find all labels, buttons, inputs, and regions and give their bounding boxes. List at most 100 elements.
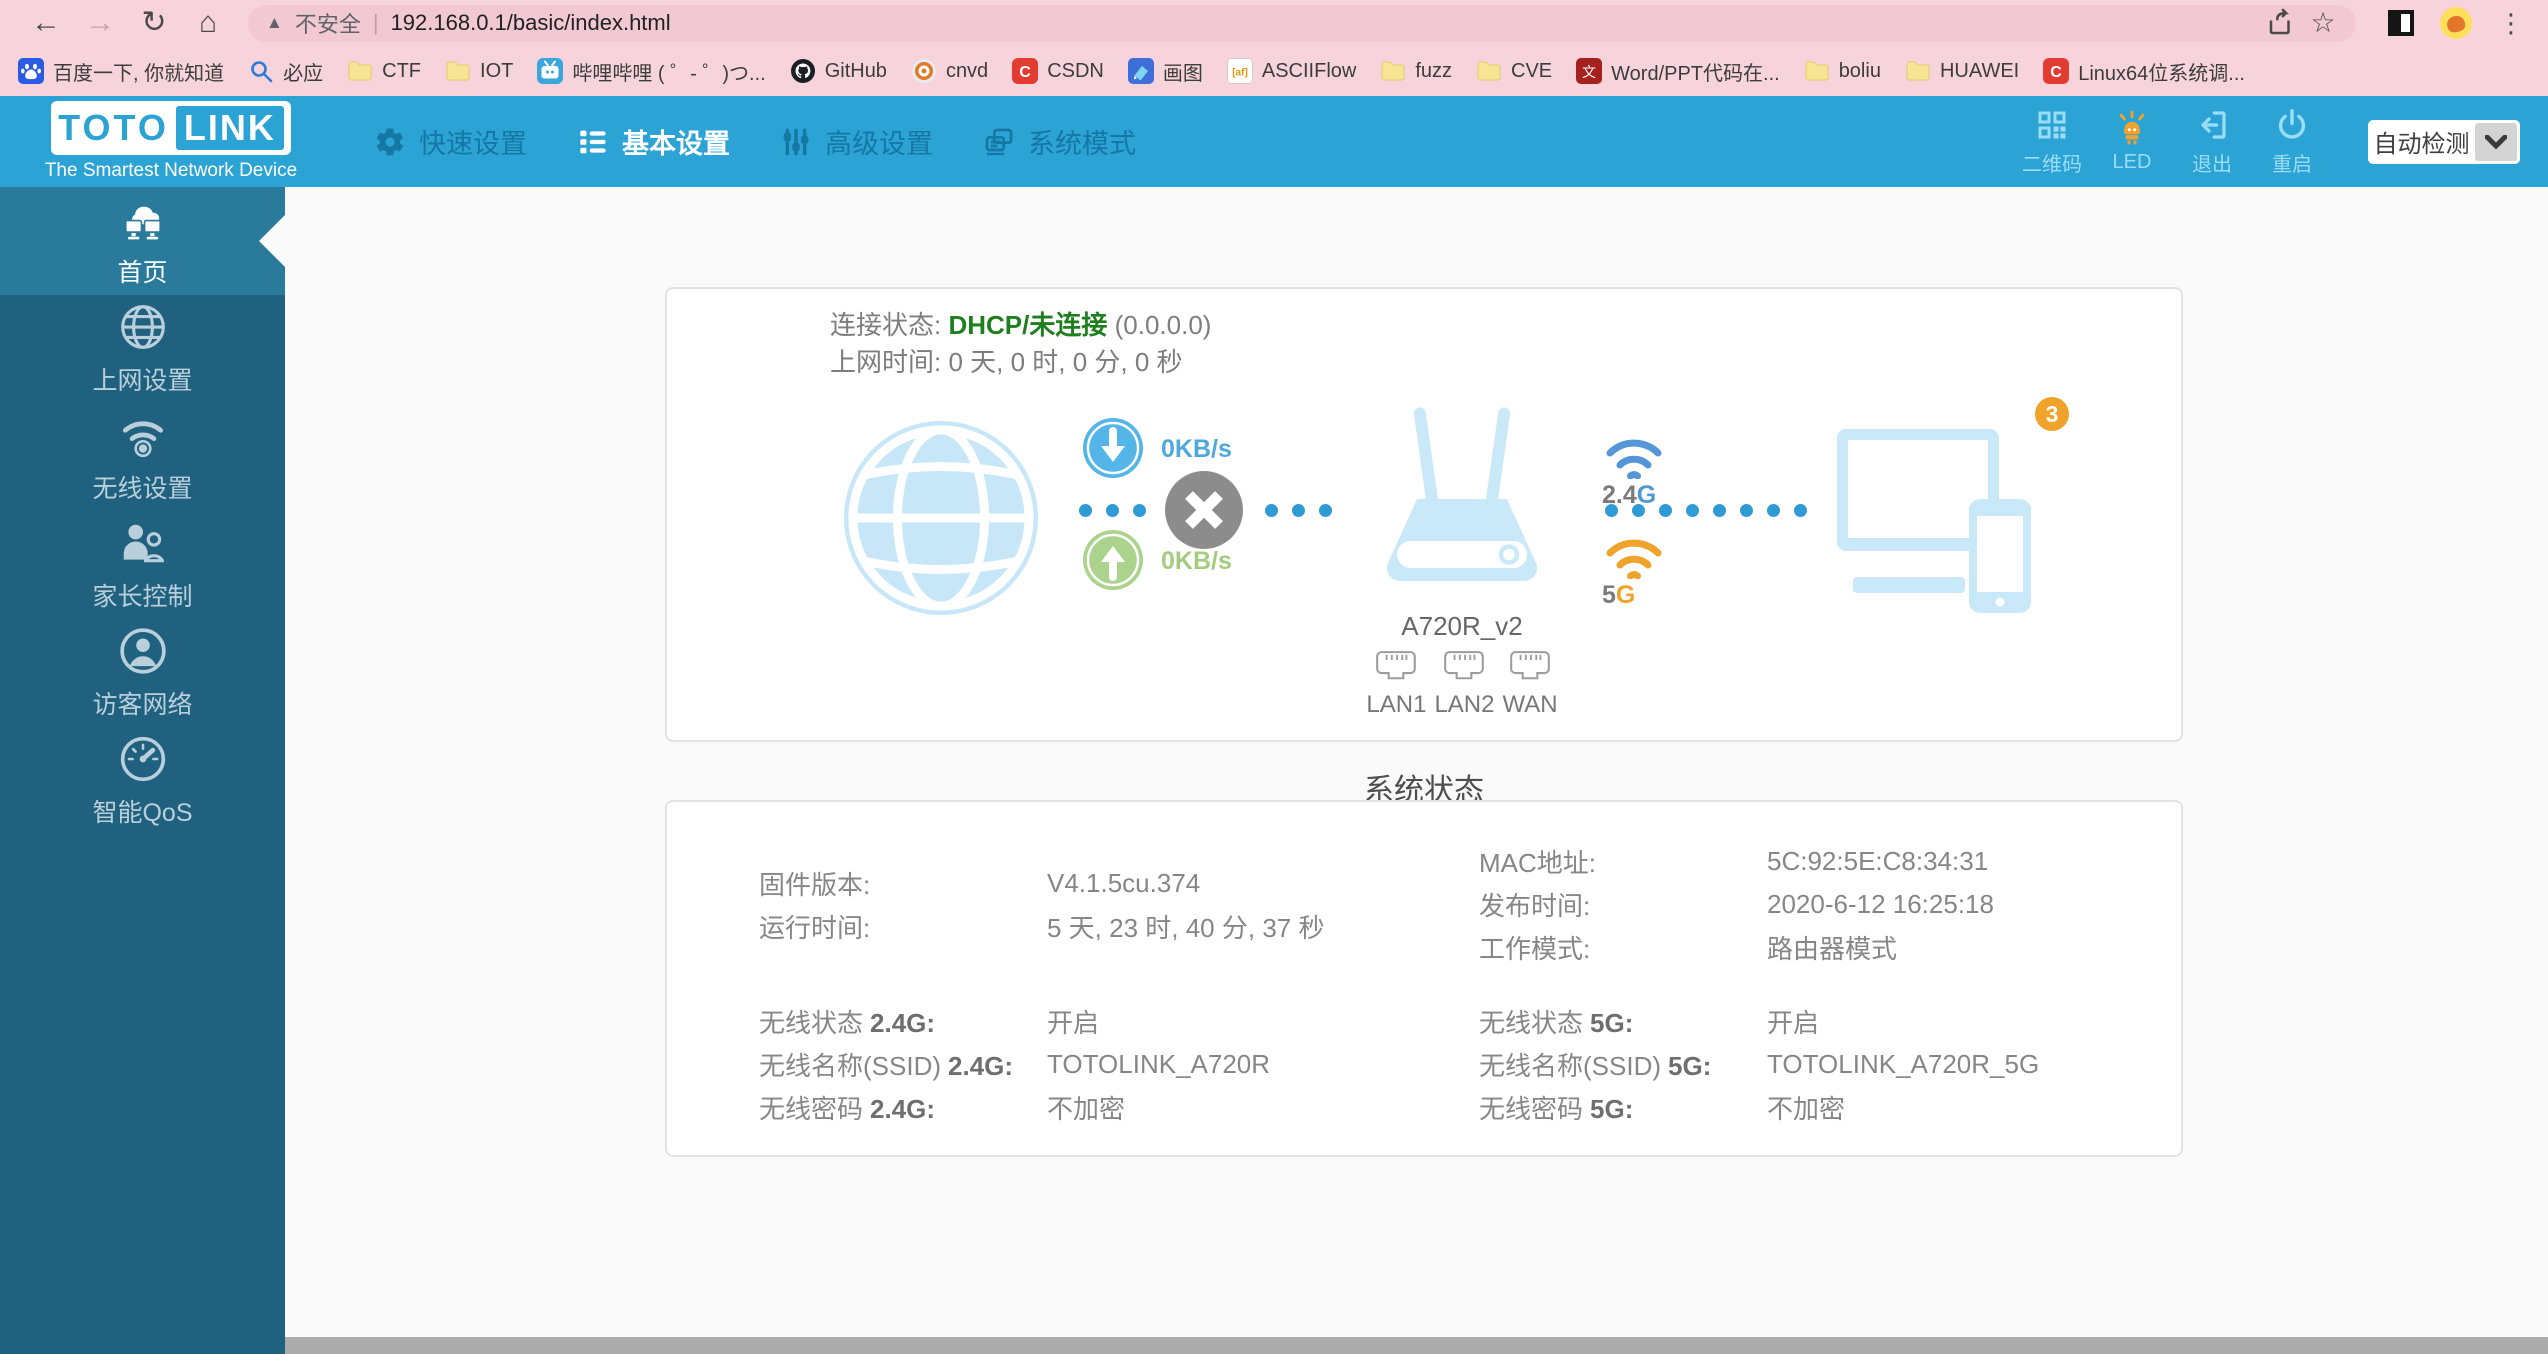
address-bar[interactable]: ▲ 不安全 | 192.168.0.1/basic/index.html ☆ [248, 4, 2356, 42]
parental-icon [118, 518, 168, 568]
info-value: 路由器模式 [1767, 934, 1898, 964]
wifi-5g: 5G [1602, 535, 1666, 610]
wireless-row: 无线状态 2.4G: 开启 [759, 1000, 1270, 1043]
logout-icon [2194, 107, 2230, 143]
bookmark-item[interactable]: fuzz [1380, 58, 1452, 84]
wireless-label: 无线状态 [1479, 1008, 1584, 1038]
header-action[interactable]: 二维码 [2022, 107, 2082, 177]
bookmark-label: 画图 [1162, 62, 1203, 85]
chevron-down-icon [2475, 122, 2517, 161]
bookmark-item[interactable]: CVE [1476, 58, 1552, 84]
docer-icon: 文 [1576, 58, 1603, 84]
wireless-row: 无线状态 5G: 开启 [1479, 1000, 2039, 1043]
bookmark-item[interactable]: GitHub [790, 58, 887, 84]
sidebar-item[interactable]: 家长控制 [0, 511, 285, 619]
bookmark-item[interactable]: 文 Word/PPT代码在... [1576, 57, 1780, 86]
wireless-label: 无线名称(SSID) [1479, 1051, 1662, 1081]
port-label: WAN [1502, 691, 1558, 718]
folder-icon [347, 58, 373, 84]
forward-icon[interactable]: → [78, 1, 122, 45]
asciiflow-icon: [af] [1226, 58, 1253, 84]
bookmark-item[interactable]: 哔哩哔哩 ( ゜- ゜)つ... [537, 57, 766, 86]
sidebar-item[interactable]: 无线设置 [0, 403, 285, 511]
action-label: 退出 [2192, 153, 2232, 176]
share-icon[interactable] [2266, 8, 2296, 38]
wireless-value: 开启 [1047, 1008, 1100, 1038]
wifi-24g-icon [1606, 439, 1662, 479]
cnvd-icon [911, 58, 937, 84]
bookmark-item[interactable]: IOT [445, 58, 513, 84]
bookmark-item[interactable]: boliu [1804, 58, 1881, 84]
home-icon[interactable]: ⌂ [186, 1, 230, 45]
sidebar-item[interactable]: 首页 [0, 187, 285, 295]
bookmark-item[interactable]: 画图 [1127, 57, 1203, 86]
nav-item[interactable]: 系统模式 [983, 122, 1136, 161]
ethernet-port-icon [1373, 649, 1419, 689]
horizontal-scrollbar[interactable] [285, 1337, 2548, 1354]
uptime-value: 0 天, 0 时, 0 分, 0 秒 [948, 347, 1183, 377]
back-icon[interactable]: ← [24, 1, 68, 45]
info-value: 2020-6-12 16:25:18 [1767, 889, 1994, 919]
action-label: 二维码 [2022, 153, 2082, 176]
bookmark-item[interactable]: HUAWEI [1905, 58, 2019, 84]
connection-ip: (0.0.0.0) [1114, 310, 1212, 340]
sidebar-item-label: 访客网络 [92, 690, 193, 719]
wireless-band: 5G: [1590, 1008, 1634, 1038]
extension-icon[interactable] [2388, 10, 2414, 36]
header-action[interactable]: LED [2102, 110, 2162, 174]
wireless-value: 不加密 [1047, 1094, 1126, 1124]
connection-status-panel: 连接状态: DHCP/未连接 (0.0.0.0) 上网时间: 0 天, 0 时,… [665, 287, 2183, 742]
nav-label: 系统模式 [1028, 129, 1136, 159]
nav-item[interactable]: 基本设置 [577, 122, 730, 161]
profile-avatar[interactable] [2440, 7, 2472, 39]
link-dots-left [1079, 504, 1146, 517]
sidebar-item[interactable]: 上网设置 [0, 295, 285, 403]
bookmark-label: IOT [480, 59, 514, 82]
header-action[interactable]: 退出 [2182, 107, 2242, 177]
system-info-right: MAC地址: 5C:92:5E:C8:34:31 发布时间: 2020-6-12… [1479, 840, 1994, 969]
bookmark-item[interactable]: 百度一下, 你就知道 [18, 57, 224, 86]
browser-menu-icon[interactable]: ⋮ [2498, 8, 2524, 39]
sidebar-item-label: 上网设置 [92, 366, 193, 395]
sidebar-item-label: 智能QoS [92, 798, 193, 827]
bookmark-star-icon[interactable]: ☆ [2308, 8, 2338, 38]
bookmark-item[interactable]: cnvd [911, 58, 988, 84]
ethernet-port-icon [1507, 649, 1553, 689]
svg-text:[af]: [af] [1232, 68, 1248, 79]
nav-item[interactable]: 快速设置 [374, 122, 527, 161]
qos-icon [118, 734, 168, 784]
wireless-label: 无线状态 [759, 1008, 864, 1038]
stack-icon [983, 126, 1015, 158]
bookmark-item[interactable]: 必应 [248, 57, 323, 86]
link-dots-right [1265, 504, 1332, 517]
port-item: WAN [1502, 649, 1558, 719]
download-speed: 0KB/s [1161, 435, 1232, 463]
url-divider: | [372, 10, 379, 35]
sidebar: 首页 上网设置 无线设置 家长控制 访客网络 智能QoS [0, 187, 285, 1354]
ethernet-port-icon [1441, 649, 1487, 689]
reload-icon[interactable]: ↻ [132, 1, 176, 45]
detect-mode-select[interactable]: 自动检测 [2368, 119, 2520, 164]
bookmark-item[interactable]: C CSDN [1012, 58, 1104, 84]
main-nav: 快速设置 基本设置 高级设置 系统模式 [374, 122, 1136, 161]
sidebar-item[interactable]: 访客网络 [0, 619, 285, 727]
bookmark-item[interactable]: [af] ASCIIFlow [1226, 58, 1356, 84]
wireless-band: 2.4G: [870, 1094, 936, 1124]
bookmark-label: 必应 [283, 62, 324, 85]
sidebar-item[interactable]: 智能QoS [0, 727, 285, 835]
svg-text:文: 文 [1582, 64, 1596, 80]
header-action[interactable]: 重启 [2262, 107, 2322, 177]
csdn-icon: C [2043, 58, 2070, 84]
sidebar-item-label: 首页 [117, 258, 168, 287]
folder-icon [1804, 58, 1830, 84]
bookmark-item[interactable]: C Linux64位系统调... [2043, 57, 2245, 86]
nav-item[interactable]: 高级设置 [780, 122, 933, 161]
bookmark-label: 哔哩哔哩 ( ゜- ゜)つ... [572, 62, 766, 85]
security-label: 不安全 [294, 12, 361, 37]
qr-icon [2034, 107, 2070, 143]
wireless-row: 无线密码 2.4G: 不加密 [759, 1086, 1270, 1129]
wifi-24g: 2.4G [1602, 435, 1666, 510]
client-count-badge: 3 [2035, 397, 2069, 431]
bookmark-item[interactable]: CTF [347, 58, 421, 84]
wireless-band: 5G: [1668, 1051, 1712, 1081]
